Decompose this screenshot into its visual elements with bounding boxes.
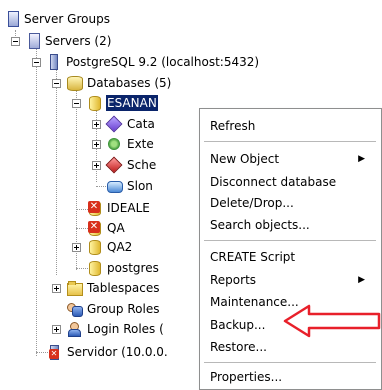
menu-item-restore[interactable]: Restore... [200,337,381,357]
node-label: Login Roles ( [87,322,164,336]
menu-item-create-script[interactable]: CREATE Script [200,247,381,267]
node-label: postgres [107,261,159,275]
tree-node-db-qa[interactable]: QA [86,219,126,237]
tree-node-db-esanan[interactable]: ESANAN [86,94,158,112]
node-label: Tablespaces [87,281,160,295]
database-disconnected-icon [86,220,102,236]
tablespaces-icon [66,280,83,296]
node-label: Cata [127,117,155,131]
menu-item-search-objects[interactable]: Search objects... [200,215,381,235]
node-label: Databases (5) [87,76,172,90]
catalogs-icon [106,116,122,132]
tree-node-tablespaces[interactable]: Tablespaces [66,279,161,297]
node-label: ESANAN [106,95,158,111]
tree-line [36,48,37,356]
node-label: QA [107,221,125,235]
node-label: Servidor (10.0.0. [67,345,168,359]
expand-login-roles-toggle[interactable] [52,325,61,334]
tree-node-catalogs[interactable]: Cata [106,115,156,133]
tree-node-databases[interactable]: Databases (5) [66,74,172,92]
servers-icon [29,33,40,49]
annotation-arrow-icon [283,304,381,338]
menu-item-reports[interactable]: Reports ▶ [200,270,381,290]
server-disconnected-icon [46,344,62,360]
menu-item-disconnect-database[interactable]: Disconnect database [200,172,381,192]
tree-node-db-qa2[interactable]: QA2 [86,238,133,256]
collapse-databases-toggle[interactable] [52,79,61,88]
database-disconnected-icon [86,200,102,216]
tree-node-servidor[interactable]: Servidor (10.0.0. [46,343,169,361]
tree-node-login-roles[interactable]: Login Roles ( [66,320,165,338]
group-roles-icon [66,301,83,317]
tree-node-servers[interactable]: Servers (2) [26,32,112,50]
collapse-servers-toggle[interactable] [11,37,20,46]
tree-line [56,69,57,275]
expand-catalogs-toggle[interactable] [92,120,101,129]
login-roles-icon [66,321,82,337]
menu-item-refresh[interactable]: Refresh [200,116,381,136]
schemas-icon [106,157,122,173]
menu-item-delete-drop[interactable]: Delete/Drop... [200,193,381,213]
node-label: PostgreSQL 9.2 (localhost:5432) [66,55,260,69]
expand-extensions-toggle[interactable] [92,140,101,149]
tree-node-postgres-server[interactable]: PostgreSQL 9.2 (localhost:5432) [46,53,260,71]
menu-separator [204,240,376,241]
database-icon [86,95,102,111]
menu-separator [204,362,376,363]
slony-icon [106,178,123,194]
menu-item-label: Reports [210,273,257,287]
submenu-arrow-icon: ▶ [358,154,365,164]
menu-item-new-object[interactable]: New Object ▶ [200,149,381,169]
server-group-icon [8,11,19,27]
tree-node-group-roles[interactable]: Group Roles [66,300,160,318]
node-label: Exte [127,137,154,151]
node-label: Sche [127,158,157,172]
node-label: Servers (2) [45,34,112,48]
extensions-icon [106,136,122,152]
node-label: Slon [127,179,153,193]
expand-qa2-toggle[interactable] [72,243,81,252]
tree-node-extensions[interactable]: Exte [106,135,155,153]
node-label: Server Groups [24,12,110,26]
tree-node-schemas[interactable]: Sche [106,156,157,174]
node-label: Group Roles [87,302,160,316]
menu-separator [204,141,376,142]
submenu-arrow-icon: ▶ [358,275,365,285]
node-label: QA2 [107,240,133,254]
expand-tablespaces-toggle[interactable] [52,284,61,293]
tree-node-server-groups[interactable]: Server Groups [5,10,111,28]
server-icon [50,54,58,70]
collapse-esanan-toggle[interactable] [72,99,81,108]
menu-item-properties[interactable]: Properties... [200,367,381,387]
databases-icon [66,75,83,91]
tree-node-slony[interactable]: Slon [106,177,154,195]
context-menu: Refresh New Object ▶ Disconnect database… [199,108,382,390]
collapse-server-toggle[interactable] [32,58,41,67]
tree-node-db-ideale[interactable]: IDEALE [86,199,151,217]
database-icon [86,260,102,276]
expand-schemas-toggle[interactable] [92,161,101,170]
menu-item-label: New Object [210,152,280,166]
tree-node-db-postgres[interactable]: postgres [86,259,160,277]
node-label: IDEALE [107,201,150,215]
database-icon [86,239,102,255]
